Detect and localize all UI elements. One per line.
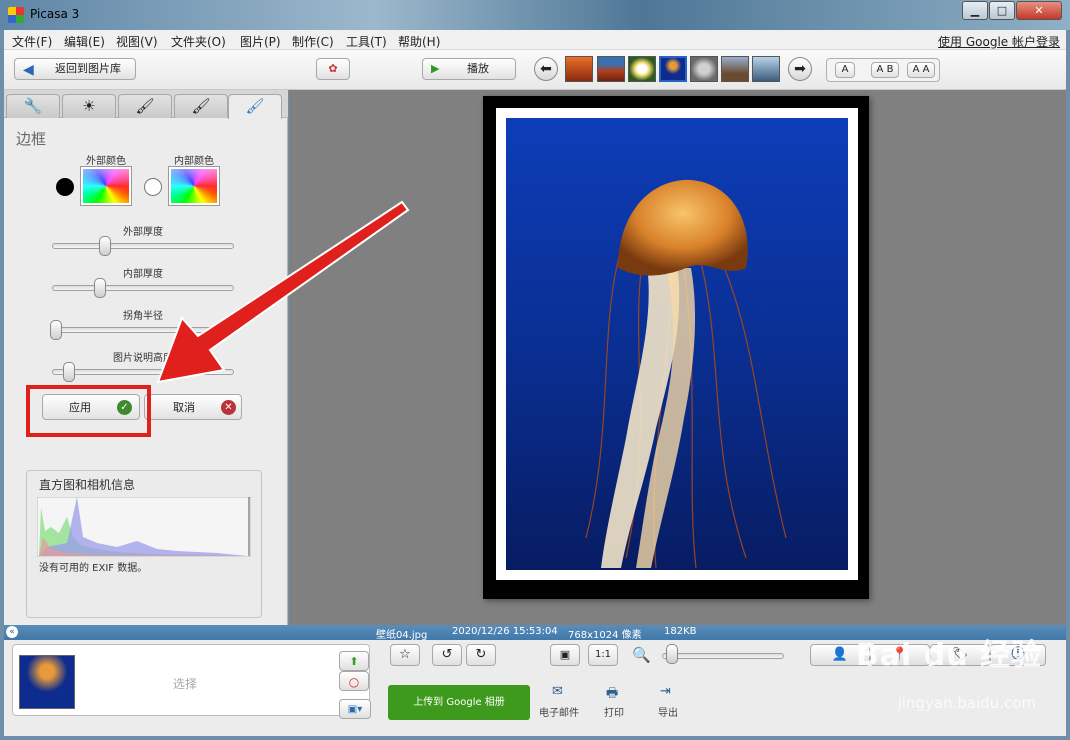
thumbnail-koala[interactable] [690, 56, 718, 82]
email-icon[interactable]: ✉ [552, 684, 563, 699]
play-icon: ▶ [431, 62, 440, 75]
histogram-chart [37, 497, 251, 557]
upload-google-photos-button[interactable]: 上传到 Google 相册 [388, 685, 530, 720]
thumbnail-penguins[interactable] [752, 56, 780, 82]
menu-view[interactable]: 视图(V) [116, 33, 158, 50]
zoom-knob[interactable] [666, 644, 678, 664]
menu-help[interactable]: 帮助(H) [398, 33, 440, 50]
thumbnail-canyon[interactable] [597, 56, 625, 82]
email-label[interactable]: 电子邮件 [532, 704, 586, 719]
caption-height-knob[interactable] [63, 362, 75, 382]
back-to-library-button[interactable]: ◀ 返回到图片库 [14, 58, 136, 80]
selection-tray: 选择 ⬆ ○ ▣▾ [12, 644, 371, 719]
brush-picture-icon: 🖌 [191, 97, 211, 115]
outer-color-dot [56, 178, 74, 196]
google-signin-link[interactable]: 使用 Google 帐户登录 [938, 33, 1060, 50]
minimize-button[interactable]: ▁ [962, 1, 988, 20]
fit-to-window-icon[interactable]: ▣ [550, 644, 580, 666]
back-label: 返回到图片库 [55, 62, 121, 75]
brush-icon: 🖌 [135, 97, 155, 115]
histogram-panel: 直方图和相机信息 没有可用的 EXIF 数据。 [26, 470, 262, 618]
thumbnail-jellyfish[interactable] [659, 56, 687, 82]
outer-thickness-knob[interactable] [99, 236, 111, 256]
histogram-title: 直方图和相机信息 [39, 478, 136, 492]
layout-single-button[interactable]: A [835, 62, 855, 78]
outer-color-picker[interactable] [80, 166, 132, 206]
tab-tuning[interactable]: ☀ [62, 94, 116, 118]
layout-switcher: A A B A A [826, 58, 940, 82]
next-arrow-icon[interactable]: ➡ [788, 57, 812, 81]
toolbar: ◀ 返回到图片库 ✿ ▶ 播放 ⬅ ➡ A A B A A [4, 50, 1066, 90]
print-label[interactable]: 打印 [594, 704, 634, 719]
photo-border-inner [496, 108, 858, 580]
play-button[interactable]: ▶ 播放 [422, 58, 516, 80]
menu-picture[interactable]: 图片(P) [240, 33, 281, 50]
baidu-watermark: Bai du 经验 [855, 638, 1042, 673]
tab-basic-fixes[interactable]: 🔧 [6, 94, 60, 118]
tab-effects-3[interactable]: 🖌 [228, 94, 282, 119]
menu-tools[interactable]: 工具(T) [346, 33, 387, 50]
jellyfish-photo[interactable] [506, 118, 848, 570]
close-button[interactable]: ✕ [1016, 1, 1062, 20]
play-label: 播放 [467, 62, 489, 75]
thumbnail-desert[interactable] [565, 56, 593, 82]
maximize-button[interactable]: □ [989, 1, 1015, 20]
status-filename: 壁纸04.jpg [376, 630, 428, 641]
sun-icon: ☀ [82, 97, 96, 115]
star-icon[interactable]: ☆ [390, 644, 420, 666]
layout-compare-button[interactable]: A B [871, 62, 899, 78]
panel-title: 边框 [16, 130, 47, 148]
exif-note: 没有可用的 EXIF 数据。 [39, 563, 148, 574]
zoom-magnifier-icon[interactable]: 🔍 [632, 646, 651, 664]
gift-icon[interactable]: ✿ [316, 58, 350, 80]
menu-file[interactable]: 文件(F) [12, 33, 52, 50]
inner-color-label: 内部颜色 [174, 156, 214, 167]
layout-dual-button[interactable]: A A [907, 62, 935, 78]
rotate-right-icon[interactable]: ↻ [466, 644, 496, 666]
prev-arrow-icon[interactable]: ⬅ [534, 57, 558, 81]
menu-bar: 文件(F) 编辑(E) 视图(V) 文件夹(O) 图片(P) 制作(C) 工具(… [4, 30, 1066, 50]
status-dimensions: 768x1024 像素 [568, 630, 642, 641]
cancel-x-icon: ✕ [221, 400, 236, 415]
picasa-logo-icon [8, 7, 24, 23]
status-filesize: 182KB [664, 626, 697, 637]
outer-color-label: 外部颜色 [86, 156, 126, 167]
clear-selection-icon[interactable]: ○ [339, 671, 369, 691]
tab-effects[interactable]: 🖌 [118, 94, 172, 118]
annotation-highlight-box [26, 385, 151, 437]
tray-select-label: 选择 [173, 677, 198, 691]
menu-edit[interactable]: 编辑(E) [64, 33, 105, 50]
rotate-left-icon[interactable]: ↺ [432, 644, 462, 666]
zoom-1to1-button[interactable]: 1:1 [588, 644, 618, 666]
zoom-slider[interactable] [662, 653, 784, 659]
menu-folder[interactable]: 文件夹(O) [171, 33, 226, 50]
wrench-icon: 🔧 [23, 97, 43, 115]
jellyfish-illustration [585, 179, 787, 569]
menu-create[interactable]: 制作(C) [292, 33, 334, 50]
baidu-watermark-url: jingyan.baidu.com [897, 694, 1036, 712]
collapse-icon[interactable]: « [6, 626, 18, 638]
left-arrow-icon: ◀ [23, 62, 34, 78]
thumbnail-lighthouse[interactable] [721, 56, 749, 82]
title-bar: Picasa 3 ▁ □ ✕ [0, 0, 1070, 30]
thumbnail-flower[interactable] [628, 56, 656, 82]
status-datetime: 2020/12/26 15:53:04 [452, 626, 558, 637]
annotation-arrow [156, 200, 410, 384]
window-title: Picasa 3 [30, 7, 80, 21]
export-label[interactable]: 导出 [648, 704, 688, 719]
edit-tabs: 🔧 ☀ 🖌 🖌 🖌 [4, 90, 288, 119]
export-icon[interactable]: ⇥ [660, 684, 671, 699]
pin-icon[interactable]: ⬆ [339, 651, 369, 671]
print-icon[interactable]: 🖶 [606, 684, 618, 706]
brush-frame-icon: 🖌 [245, 97, 265, 115]
inner-thickness-knob[interactable] [94, 278, 106, 298]
album-dropdown-icon[interactable]: ▣▾ [339, 699, 371, 719]
corner-radius-knob[interactable] [50, 320, 62, 340]
tab-effects-2[interactable]: 🖌 [174, 94, 228, 118]
photo-border-outer [483, 96, 869, 599]
tray-thumbnail-jellyfish[interactable] [19, 655, 75, 709]
